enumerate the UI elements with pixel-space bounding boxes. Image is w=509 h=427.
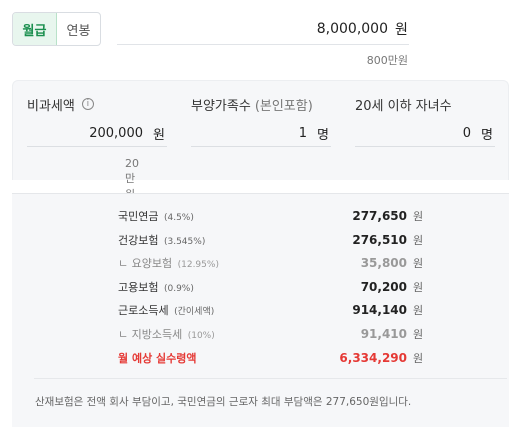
children-input[interactable]: 0 명	[355, 121, 495, 147]
nontax-input[interactable]: 200,000 원	[27, 121, 167, 147]
result-name: 월 예상 실수령액	[118, 352, 197, 365]
result-amount: 91,410	[360, 327, 407, 341]
monthly-tab[interactable]: 월급	[13, 13, 57, 45]
result-row-net-pay: 월 예상 실수령액 6,334,290 원	[118, 348, 423, 368]
salary-unit: 원	[395, 22, 408, 38]
dependents-input[interactable]: 1 명	[191, 121, 331, 147]
nontax-column: 비과세액 i 200,000 원 20만원	[27, 95, 167, 201]
result-rate: (간이세액)	[174, 307, 215, 317]
annual-tab[interactable]: 연봉	[57, 13, 100, 45]
result-amount: 35,800	[360, 256, 407, 270]
info-icon[interactable]: i	[81, 98, 94, 110]
result-amount: 70,200	[360, 280, 407, 294]
nontax-value: 200,000	[89, 126, 143, 141]
divider	[34, 378, 507, 379]
result-rate: (0.9%)	[163, 284, 194, 294]
result-unit: 원	[413, 328, 424, 341]
pay-period-toggle: 월급 연봉	[12, 12, 101, 46]
children-unit: 명	[481, 128, 493, 143]
result-rate: (3.545%)	[163, 237, 206, 247]
results-section: 국민연금 (4.5%) 277,650 원 건강보험 (3.545%) 276,…	[12, 193, 509, 427]
result-name: 근로소득세	[118, 304, 169, 317]
result-unit: 원	[413, 304, 424, 317]
dependents-column: 부양가족수 (본인포함) 1 명	[191, 95, 331, 147]
result-unit: 원	[413, 257, 424, 270]
salary-korean-amount: 800만원	[366, 54, 408, 67]
result-row-longterm-care: ㄴ 요양보험 (12.95%) 35,800 원	[118, 253, 423, 273]
children-value: 0	[462, 126, 471, 141]
nontax-unit: 원	[153, 128, 165, 143]
result-row-health: 건강보험 (3.545%) 276,510 원	[118, 230, 423, 250]
result-amount: 276,510	[352, 233, 407, 247]
result-unit: 원	[413, 352, 424, 365]
result-row-employment: 고용보험 (0.9%) 70,200 원	[118, 277, 423, 297]
result-unit: 원	[413, 210, 424, 223]
children-column: 20세 이하 자녀수 0 명	[355, 95, 495, 147]
footnote: 산재보험은 전액 회사 부담이고, 국민연금의 근로자 최대 부담액은 277,…	[35, 396, 412, 408]
deduction-settings-panel: 비과세액 i 200,000 원 20만원 부양가족수 (본인포함) 1 명 2…	[12, 80, 509, 201]
dependents-value: 1	[298, 126, 307, 141]
result-rate: (4.5%)	[163, 213, 194, 223]
result-name: 국민연금	[118, 210, 159, 223]
result-amount: 914,140	[352, 303, 407, 317]
result-row-income-tax: 근로소득세 (간이세액) 914,140 원	[118, 300, 423, 320]
nontax-label: 비과세액	[27, 98, 75, 114]
result-name: ㄴ 요양보험	[118, 257, 173, 270]
result-row-local-tax: ㄴ 지방소득세 (10%) 91,410 원	[118, 324, 423, 344]
result-amount: 6,334,290	[339, 351, 407, 365]
result-unit: 원	[413, 234, 424, 247]
dependents-unit: 명	[317, 128, 329, 143]
result-unit: 원	[413, 281, 424, 294]
salary-input[interactable]: 8,000,000 원	[117, 14, 409, 45]
dependents-paren: (본인포함)	[254, 98, 313, 114]
result-row-pension: 국민연금 (4.5%) 277,650 원	[118, 206, 423, 226]
result-rate: (10%)	[187, 331, 215, 341]
result-amount: 277,650	[352, 209, 407, 223]
result-name: ㄴ 지방소득세	[118, 328, 183, 341]
result-name: 건강보험	[118, 234, 159, 247]
children-label: 20세 이하 자녀수	[355, 98, 452, 114]
dependents-label: 부양가족수	[191, 98, 251, 114]
result-rate: (12.95%)	[177, 260, 219, 270]
result-name: 고용보험	[118, 281, 159, 294]
salary-value: 8,000,000	[316, 21, 388, 37]
